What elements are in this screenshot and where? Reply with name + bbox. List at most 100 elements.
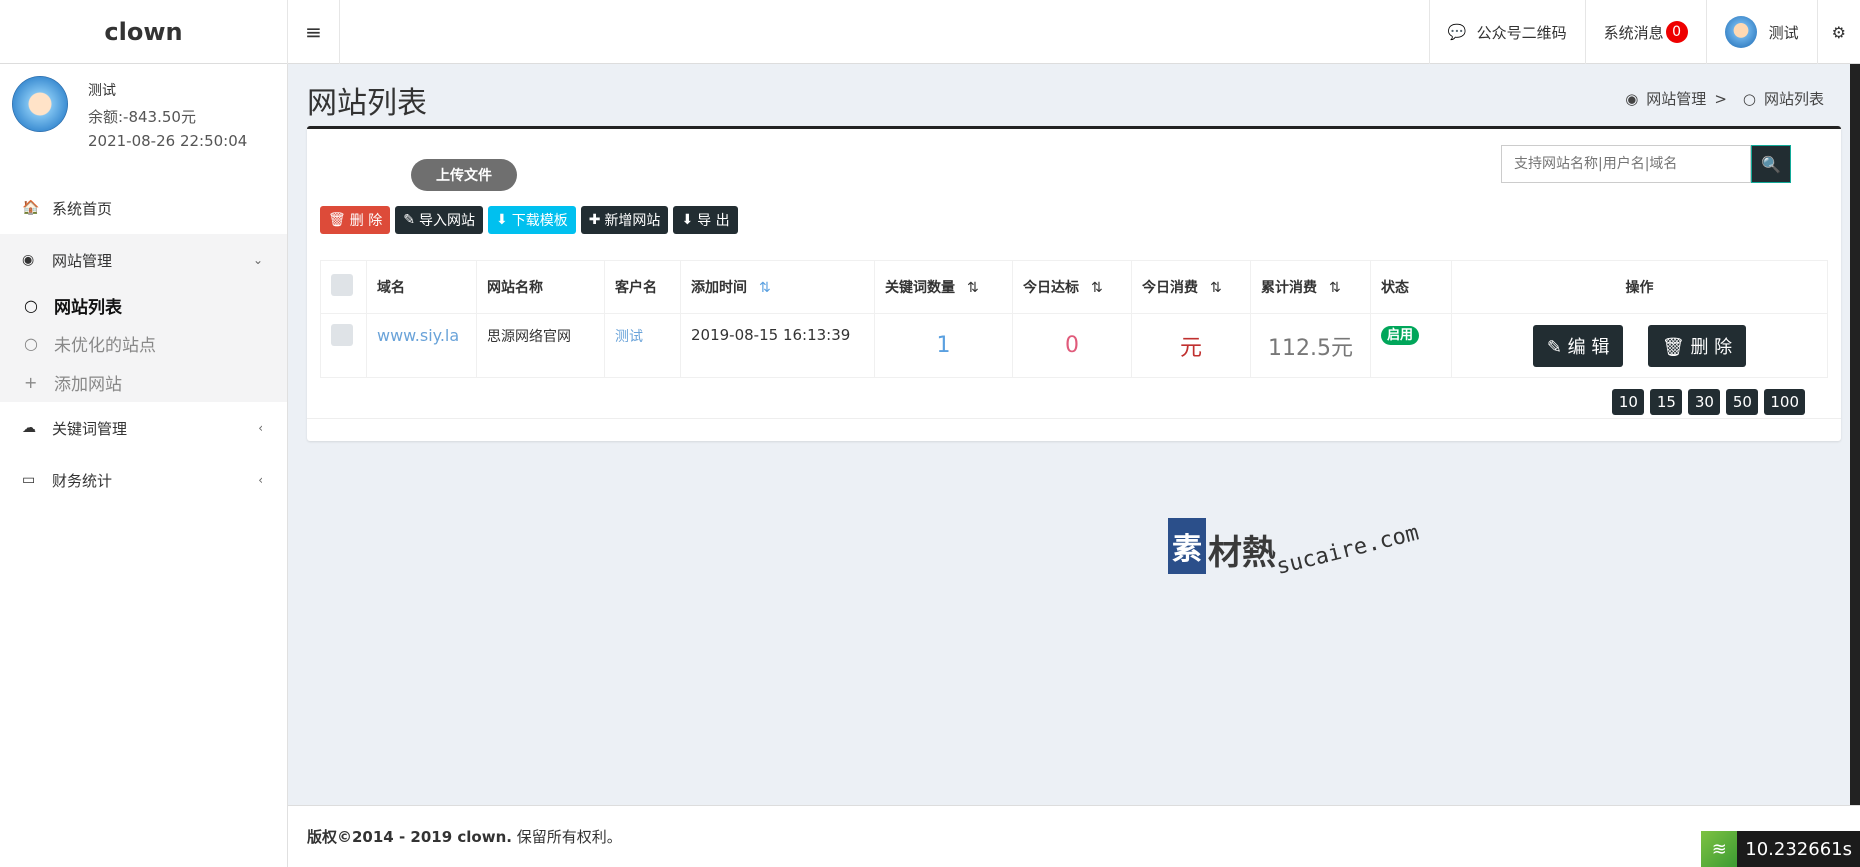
copyright-rest: 保留所有权利。 xyxy=(511,828,622,846)
today-ok-cell: 0 xyxy=(1012,313,1132,378)
site-table: 域名 网站名称 客户名 添加时间 ⇅ 关键词数量 ⇅ 今日达标 ⇅ 今日消费 ⇅ 累计消… xyxy=(320,260,1828,378)
circle-icon: ○ xyxy=(24,333,38,353)
circle-icon: ○ xyxy=(1742,89,1756,108)
messages-count-badge: 0 xyxy=(1665,21,1688,43)
copyright-bold: 版权©2014 - 2019 clown. xyxy=(307,828,512,846)
breadcrumb-item: 网站列表 xyxy=(1763,90,1824,108)
row-checkbox[interactable] xyxy=(331,324,353,346)
download-template-button[interactable]: ⬇ 下载模板 xyxy=(487,206,576,234)
customer-cell: 测试 xyxy=(604,313,681,378)
sidebar-item-home[interactable]: 🏠 系统首页 xyxy=(0,182,287,234)
sidebar-group-site-management: ◉ 网站管理 ⌄ ○ 网站列表 ○ 未优化的站点 + 添加网站 xyxy=(0,234,287,402)
edit-icon: ✎ xyxy=(1546,336,1562,358)
table-header-row: 域名 网站名称 客户名 添加时间 ⇅ 关键词数量 ⇅ 今日达标 ⇅ 今日消费 ⇅ 累计消… xyxy=(320,260,1828,314)
edit-button[interactable]: ✎ 编 辑 xyxy=(1532,324,1624,367)
added-time-cell: 2019-08-15 16:13:39 xyxy=(680,313,875,378)
user-menu[interactable]: 测试 xyxy=(1705,0,1817,64)
gear-icon: ⚙ xyxy=(1831,22,1846,42)
page-size-30[interactable]: 30 xyxy=(1688,389,1721,415)
column-header-sortable[interactable]: 累计消费 ⇅ xyxy=(1250,260,1371,314)
download-icon: ⬇ xyxy=(495,212,508,228)
sidebar-item-label: 系统首页 xyxy=(52,199,113,218)
page-size-selector: 10 15 30 50 100 xyxy=(1612,389,1805,415)
messages-label: 系统消息 xyxy=(1603,23,1664,42)
sidebar-item-site-management[interactable]: ◉ 网站管理 ⌄ xyxy=(0,234,287,286)
download-icon: ⬇ xyxy=(681,212,694,228)
search-input[interactable] xyxy=(1501,145,1751,183)
watermark-cn: 材熱 xyxy=(1208,533,1276,573)
sidebar-item-keywords[interactable]: ☁ 关键词管理 ‹ xyxy=(0,402,287,454)
cloud-icon: ☁ xyxy=(22,420,36,436)
search-button[interactable]: 🔍 xyxy=(1751,145,1791,183)
sidebar-subitem-unoptimized[interactable]: ○ 未优化的站点 xyxy=(0,324,287,362)
sort-icon: ⇅ xyxy=(759,280,771,296)
column-header: 状态 xyxy=(1370,260,1452,314)
edit-icon: ✎ xyxy=(403,212,415,228)
table-row: www.siy.la 思源网络官网 测试 2019-08-15 16:13:39… xyxy=(320,313,1828,378)
scrollbar[interactable] xyxy=(1850,64,1860,805)
breadcrumb-separator: > xyxy=(1714,89,1727,108)
row-delete-button[interactable]: 🗑 删 除 xyxy=(1647,324,1747,367)
select-all-checkbox[interactable] xyxy=(331,274,353,296)
sidebar-item-label: 网站管理 xyxy=(52,251,113,270)
leaf-icon: ≋ xyxy=(1701,831,1738,867)
add-site-button[interactable]: ✚ 新增网站 xyxy=(580,206,669,234)
column-header: 域名 xyxy=(366,260,477,314)
settings-button[interactable]: ⚙ xyxy=(1816,0,1860,64)
delete-button[interactable]: 🗑 删 除 xyxy=(320,206,391,234)
upload-file-button[interactable]: 上传文件 xyxy=(411,159,517,191)
operations-cell: ✎ 编 辑 🗑 删 除 xyxy=(1451,313,1828,378)
plus-icon: + xyxy=(24,372,38,392)
column-header-sortable[interactable]: 今日消费 ⇅ xyxy=(1131,260,1251,314)
breadcrumb-item[interactable]: 网站管理 xyxy=(1646,88,1706,109)
plus-icon: ✚ xyxy=(588,212,601,228)
column-header-sortable[interactable]: 添加时间 ⇅ xyxy=(680,260,875,314)
column-header-label: 累计消费 xyxy=(1261,280,1317,296)
search-icon: 🔍 xyxy=(1761,154,1781,174)
avatar xyxy=(1724,16,1757,48)
qrcode-button[interactable]: 💬 公众号二维码 xyxy=(1428,0,1585,64)
page-size-10[interactable]: 10 xyxy=(1612,389,1645,415)
messages-button[interactable]: 系统消息 0 xyxy=(1584,0,1706,64)
sidebar: 测试 余额:-843.50元 2021-08-26 22:50:04 🏠 系统首… xyxy=(0,64,288,867)
column-header-label: 关键词数量 xyxy=(885,280,955,296)
sidebar-item-finance[interactable]: ▭ 财务统计 ‹ xyxy=(0,454,287,506)
circle-icon: ○ xyxy=(24,295,38,315)
watermark: 素 材熱 sucaire.com xyxy=(1168,518,1426,580)
site-list-box: 上传文件 🔍 🗑 删 除 ✎ 导入网站 ⬇ 下载模板 ✚ 新增网站 ⬇ 导 出 xyxy=(307,126,1841,441)
top-right-nav: 💬 公众号二维码 系统消息 0 测试 ⚙ xyxy=(1428,0,1860,64)
load-timer: ≋ 10.232661s xyxy=(1701,831,1860,867)
customer-link[interactable]: 测试 xyxy=(615,329,643,345)
sidebar-subitem-site-list[interactable]: ○ 网站列表 xyxy=(0,286,287,324)
page-size-100[interactable]: 100 xyxy=(1764,389,1805,415)
copyright-text: 版权©2014 - 2019 clown. 保留所有权利。 xyxy=(307,826,622,847)
app-logo[interactable]: clown xyxy=(0,0,288,64)
column-header-sortable[interactable]: 今日达标 ⇅ xyxy=(1012,260,1132,314)
trash-icon: 🗑 xyxy=(328,212,346,228)
chevron-down-icon: ⌄ xyxy=(252,253,263,267)
delete-label: 删 除 xyxy=(349,213,383,229)
add-label: 新增网站 xyxy=(604,213,661,229)
import-site-button[interactable]: ✎ 导入网站 xyxy=(395,206,483,234)
import-label: 导入网站 xyxy=(418,213,475,229)
export-button[interactable]: ⬇ 导 出 xyxy=(673,206,738,234)
column-header-sortable[interactable]: 关键词数量 ⇅ xyxy=(874,260,1013,314)
today-cost-cell: 元 xyxy=(1131,313,1251,378)
trash-icon: 🗑 xyxy=(1661,336,1685,358)
sidebar-user-time: 2021-08-26 22:50:04 xyxy=(88,132,248,150)
domain-link[interactable]: www.siy.la xyxy=(377,326,459,345)
breadcrumb: ◉ 网站管理 > ○ 网站列表 xyxy=(1625,88,1824,109)
menu-toggle-button[interactable]: ≡ xyxy=(288,0,340,64)
sort-icon: ⇅ xyxy=(1329,280,1341,296)
column-header: 客户名 xyxy=(604,260,681,314)
box-divider xyxy=(307,418,1841,419)
footer: 版权©2014 - 2019 clown. 保留所有权利。 xyxy=(288,805,1860,867)
toolbar: 🗑 删 除 ✎ 导入网站 ⬇ 下载模板 ✚ 新增网站 ⬇ 导 出 xyxy=(320,206,738,234)
sidebar-subitem-add-site[interactable]: + 添加网站 xyxy=(0,362,287,402)
timer-text: 10.232661s xyxy=(1745,838,1852,860)
page-size-15[interactable]: 15 xyxy=(1650,389,1683,415)
user-panel: 测试 余额:-843.50元 2021-08-26 22:50:04 xyxy=(0,64,287,174)
page-size-50[interactable]: 50 xyxy=(1726,389,1759,415)
status-badge: 启用 xyxy=(1381,326,1420,345)
sidebar-subitem-label: 网站列表 xyxy=(54,297,122,318)
